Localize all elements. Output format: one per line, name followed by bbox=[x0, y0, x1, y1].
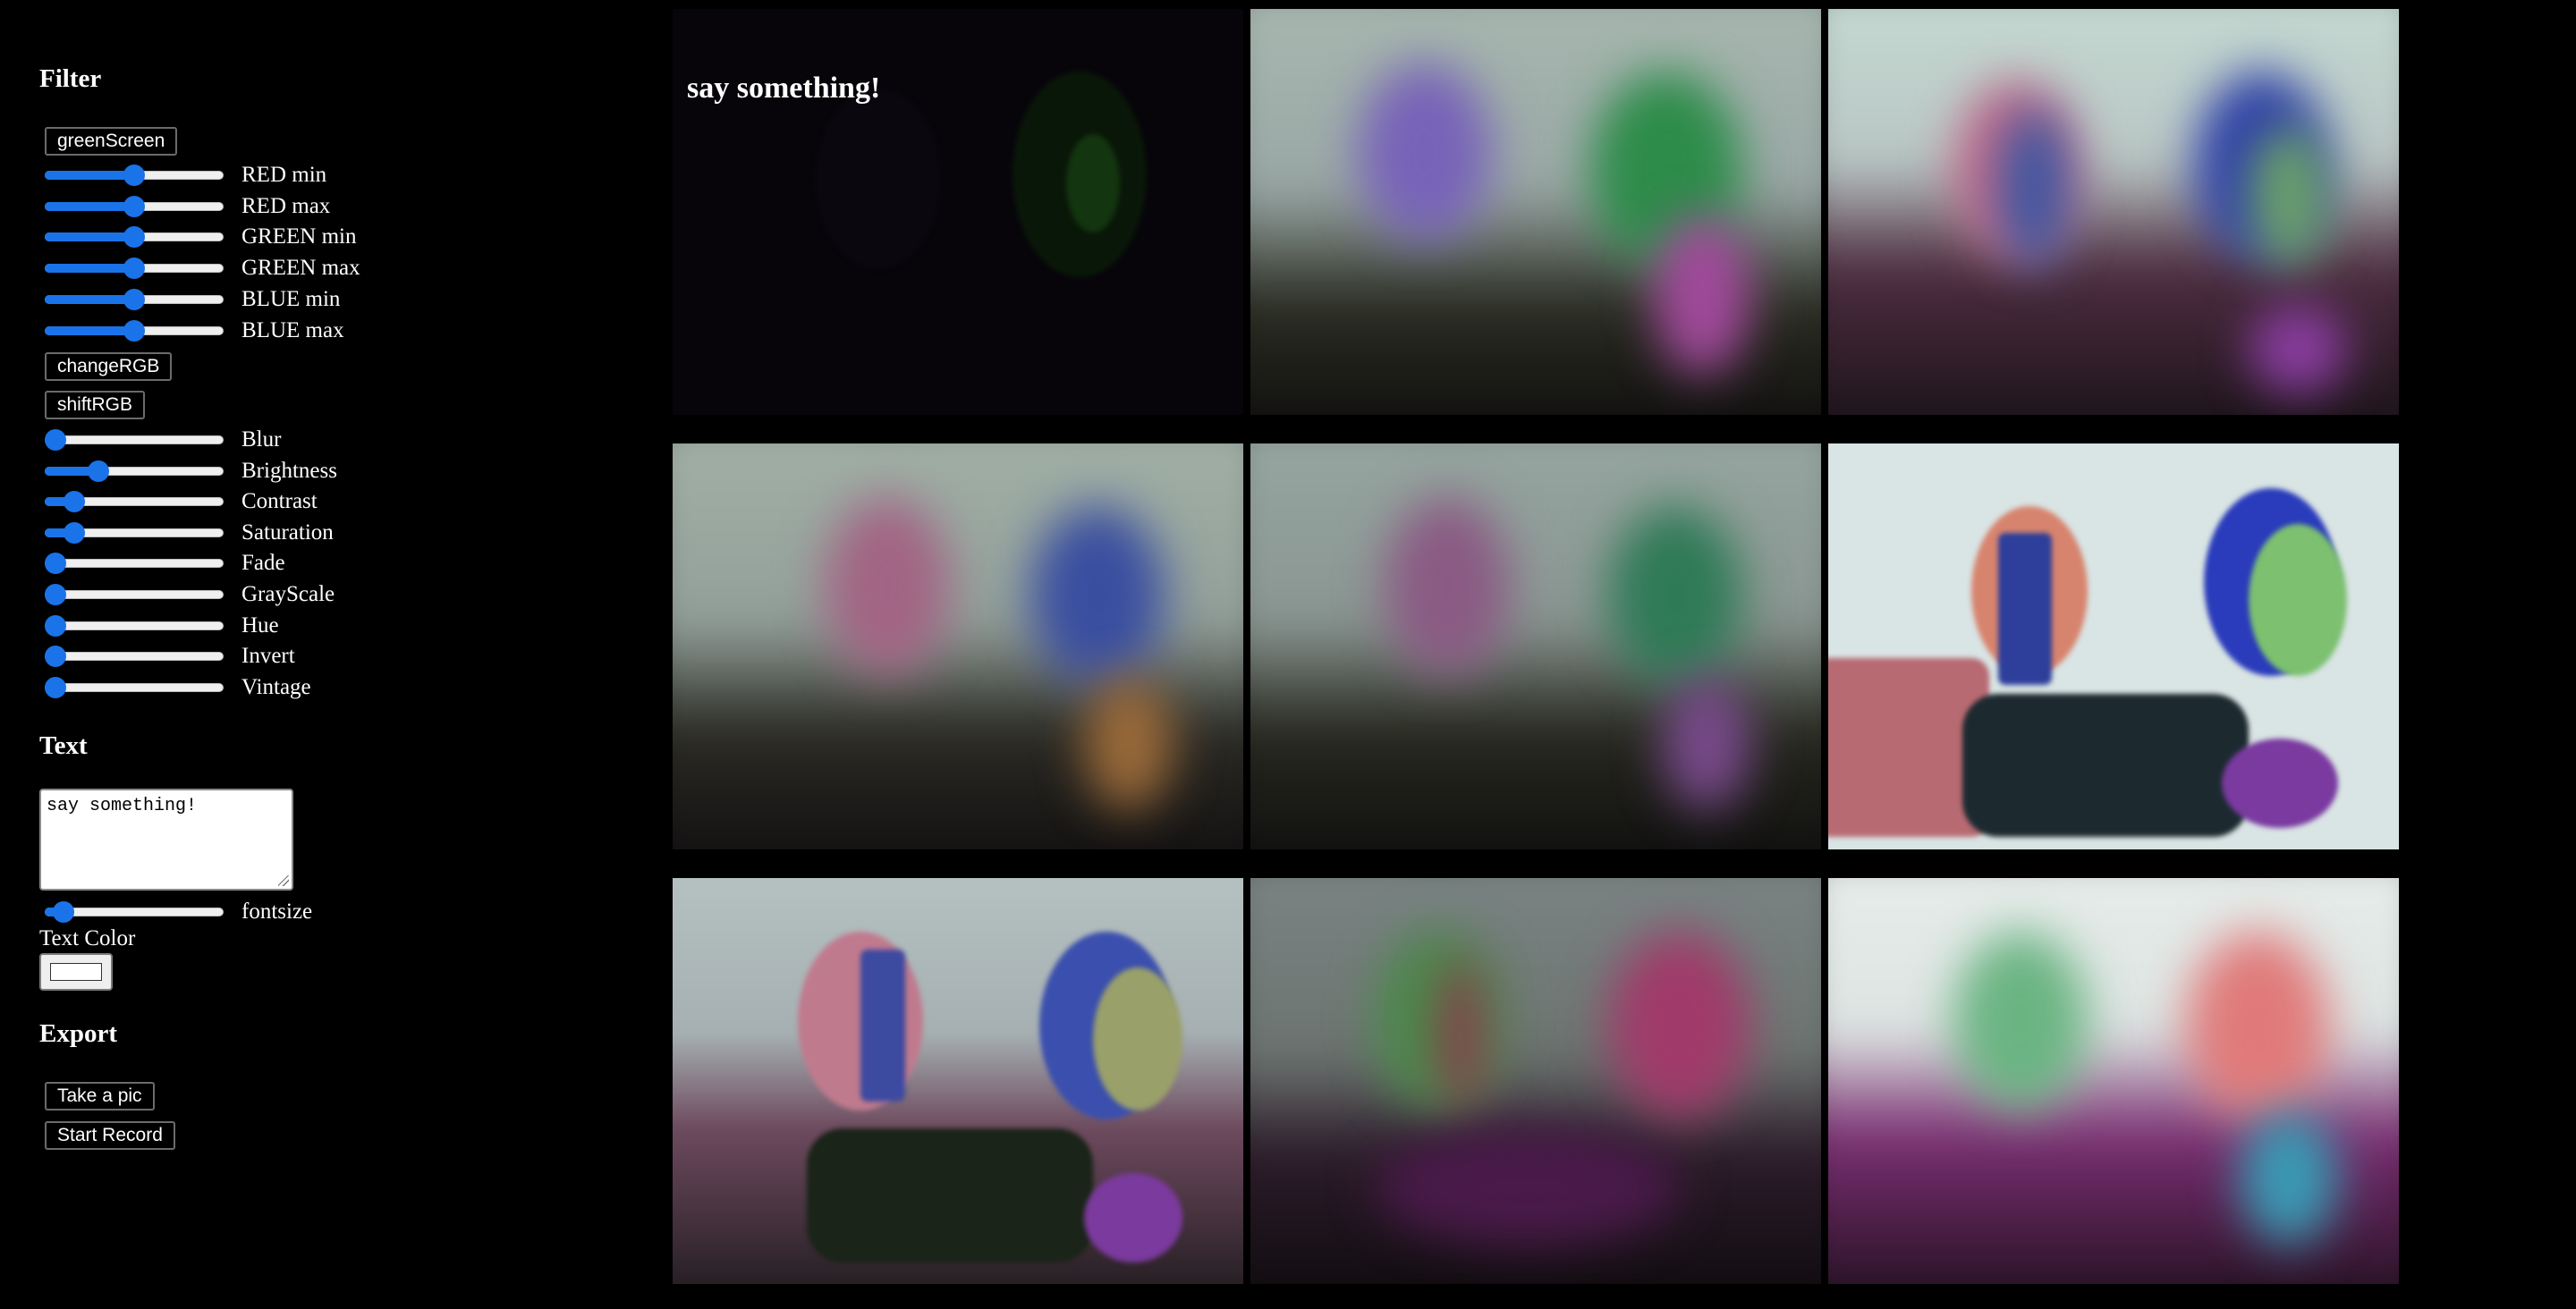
color-swatch bbox=[50, 963, 102, 981]
red-min-label: RED min bbox=[242, 163, 327, 187]
red-min-slider[interactable]: RED min bbox=[45, 161, 402, 191]
text-color-label: Text Color bbox=[39, 926, 136, 950]
green-screen-button[interactable]: greenScreen bbox=[45, 127, 178, 156]
contrast-slider[interactable]: Contrast bbox=[45, 487, 402, 518]
red-max-label: RED max bbox=[242, 193, 331, 218]
grayscale-slider[interactable]: GrayScale bbox=[45, 580, 402, 611]
blue-min-slider[interactable]: BLUE min bbox=[45, 285, 402, 316]
slider-track bbox=[45, 559, 224, 569]
invert-slider[interactable]: Invert bbox=[45, 642, 402, 672]
red-max-slider[interactable]: RED max bbox=[45, 192, 402, 223]
green-max-slider[interactable]: GREEN max bbox=[45, 254, 402, 284]
grayscale-label: GrayScale bbox=[242, 582, 335, 606]
video-tile-blur-pastel bbox=[1250, 9, 1821, 415]
slider-track bbox=[45, 682, 224, 692]
vintage-label: Vintage bbox=[242, 674, 311, 699]
brightness-slider[interactable]: Brightness bbox=[45, 457, 402, 487]
green-min-slider[interactable]: GREEN min bbox=[45, 223, 402, 253]
text-heading: Text bbox=[39, 731, 88, 760]
fontsize-label: fontsize bbox=[242, 899, 313, 924]
slider-thumb[interactable] bbox=[64, 521, 86, 544]
slider-thumb[interactable] bbox=[45, 614, 66, 637]
slider-fill bbox=[45, 201, 134, 211]
slider-track bbox=[45, 590, 224, 599]
video-tile-dark-green: say something! bbox=[673, 9, 1243, 415]
slider-thumb[interactable] bbox=[64, 491, 86, 513]
fade-slider[interactable]: Fade bbox=[45, 549, 402, 579]
brightness-label: Brightness bbox=[242, 458, 337, 483]
contrast-label: Contrast bbox=[242, 489, 318, 514]
video-tile-blur-dark bbox=[1250, 878, 1821, 1284]
green-max-label: GREEN max bbox=[242, 256, 360, 281]
text-input-value: say something! bbox=[47, 796, 198, 816]
video-tile-rgb-shift-mild bbox=[673, 878, 1243, 1284]
green-min-label: GREEN min bbox=[242, 224, 357, 249]
slider-thumb[interactable] bbox=[45, 676, 66, 698]
video-tile-rgb-shift-sharp bbox=[1828, 443, 2399, 849]
slider-thumb[interactable] bbox=[45, 429, 66, 451]
slider-thumb[interactable] bbox=[45, 553, 66, 575]
invert-label: Invert bbox=[242, 644, 295, 669]
vintage-slider[interactable]: Vintage bbox=[45, 673, 402, 704]
slider-thumb[interactable] bbox=[123, 288, 145, 310]
hue-slider[interactable]: Hue bbox=[45, 612, 402, 642]
change-rgb-button[interactable]: changeRGB bbox=[45, 352, 173, 381]
blur-label: Blur bbox=[242, 427, 282, 452]
video-tile-blur-cool bbox=[1250, 443, 1821, 849]
filter-heading: Filter bbox=[39, 64, 102, 93]
resize-grip-icon[interactable] bbox=[278, 875, 289, 886]
slider-fill bbox=[45, 171, 134, 180]
slider-fill bbox=[45, 232, 134, 242]
slider-thumb[interactable] bbox=[123, 258, 145, 280]
slider-track bbox=[45, 621, 224, 630]
saturation-label: Saturation bbox=[242, 519, 334, 545]
slider-thumb[interactable] bbox=[45, 646, 66, 668]
blue-min-label: BLUE min bbox=[242, 286, 341, 311]
blue-max-label: BLUE max bbox=[242, 317, 344, 342]
text-input[interactable]: say something! bbox=[39, 789, 293, 891]
slider-fill bbox=[45, 294, 134, 304]
slider-fill bbox=[45, 325, 134, 335]
blur-slider[interactable]: Blur bbox=[45, 426, 402, 456]
blue-max-slider[interactable]: BLUE max bbox=[45, 317, 402, 347]
shift-rgb-button[interactable]: shiftRGB bbox=[45, 391, 146, 419]
slider-track bbox=[45, 652, 224, 662]
export-heading: Export bbox=[39, 1019, 117, 1048]
video-tile-rgb-shift-blur bbox=[1828, 9, 2399, 415]
video-overlay-text: say something! bbox=[687, 72, 881, 105]
text-color-picker[interactable] bbox=[39, 953, 113, 991]
take-pic-button[interactable]: Take a pic bbox=[45, 1082, 155, 1111]
slider-thumb[interactable] bbox=[52, 901, 74, 923]
fontsize-slider[interactable]: fontsize bbox=[45, 898, 402, 928]
start-record-button[interactable]: Start Record bbox=[45, 1121, 175, 1150]
slider-thumb[interactable] bbox=[87, 460, 109, 482]
slider-thumb[interactable] bbox=[123, 165, 145, 186]
video-tile-blur-warm bbox=[673, 443, 1243, 849]
slider-thumb[interactable] bbox=[123, 226, 145, 249]
slider-thumb[interactable] bbox=[123, 319, 145, 342]
saturation-slider[interactable]: Saturation bbox=[45, 519, 402, 549]
slider-thumb[interactable] bbox=[123, 195, 145, 217]
slider-track bbox=[45, 435, 224, 444]
fade-label: Fade bbox=[242, 551, 285, 576]
slider-thumb[interactable] bbox=[45, 584, 66, 605]
slider-fill bbox=[45, 264, 134, 274]
video-tile-blur-bright bbox=[1828, 878, 2399, 1284]
hue-label: Hue bbox=[242, 612, 279, 638]
